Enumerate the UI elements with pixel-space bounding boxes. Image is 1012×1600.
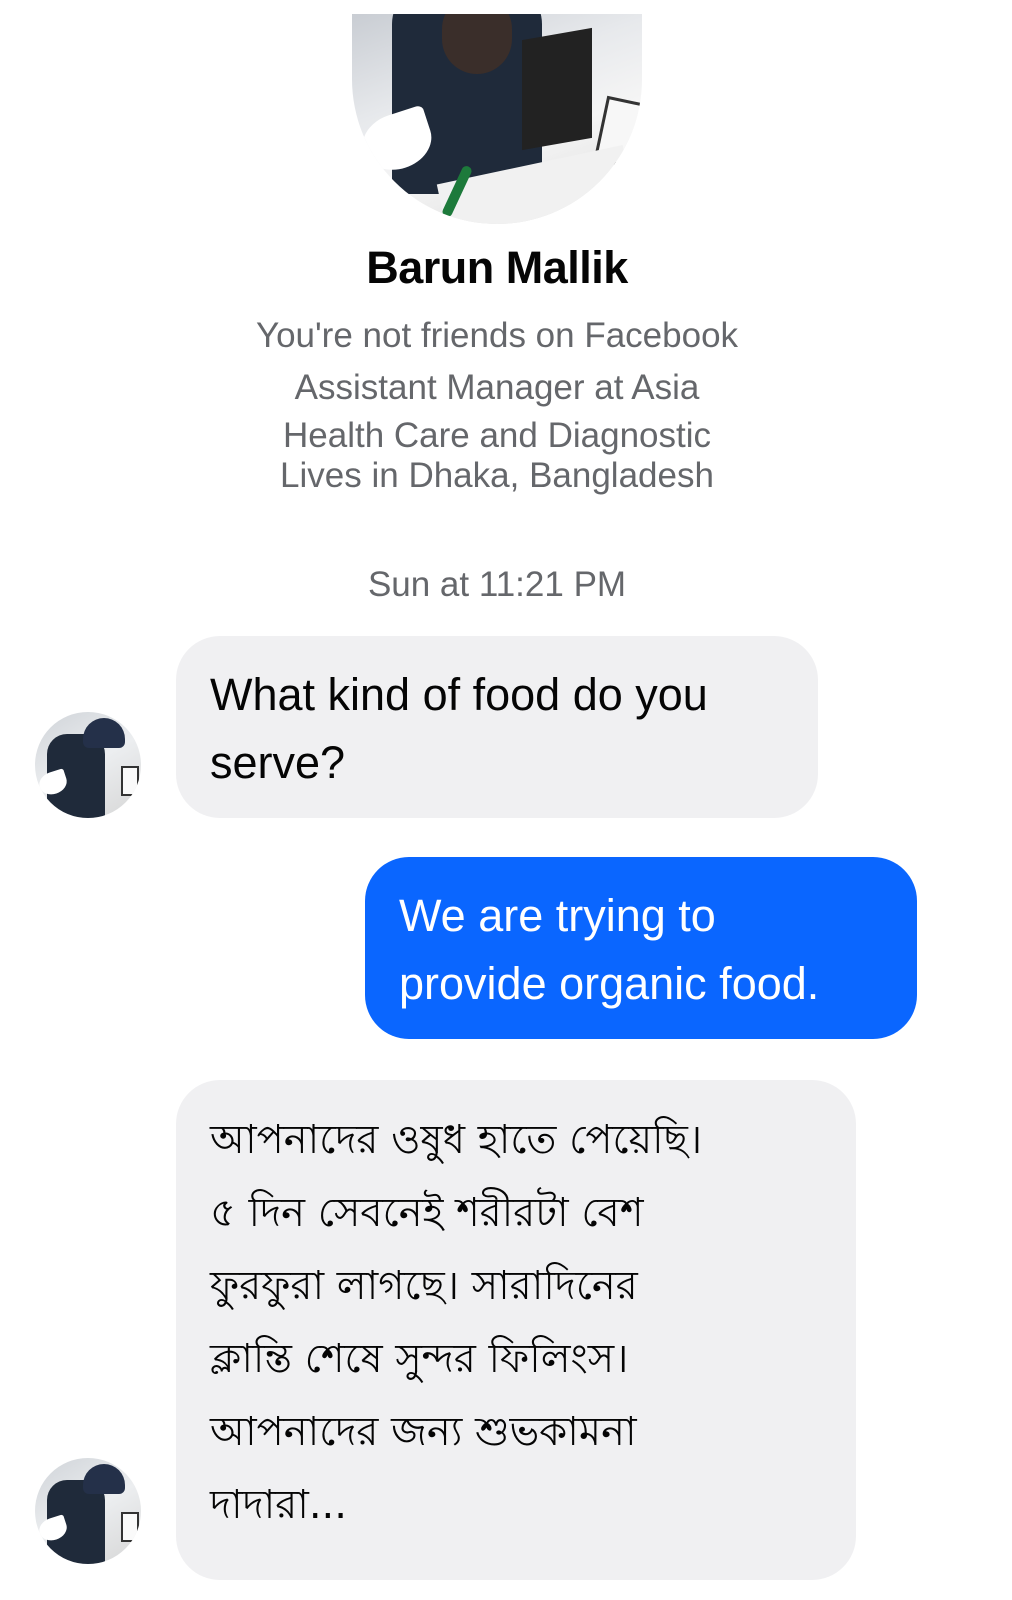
friend-status: You're not friends on Facebook bbox=[255, 316, 739, 355]
outgoing-message-bubble[interactable]: We are trying to provide organic food. bbox=[365, 857, 917, 1039]
message-text: আপনাদের ওষুধ হাতে পেয়েছি। ৫ দিন সেবনেই … bbox=[210, 1117, 703, 1528]
profile-name[interactable]: Barun Mallik bbox=[0, 242, 994, 294]
sender-avatar[interactable] bbox=[35, 712, 141, 818]
avatar-cap bbox=[83, 718, 125, 748]
profile-photo[interactable] bbox=[352, 14, 642, 224]
location-info: Lives in Dhaka, Bangladesh bbox=[280, 456, 714, 495]
conversation-timestamp: Sun at 11:21 PM bbox=[367, 565, 627, 604]
avatar-screen bbox=[121, 766, 139, 796]
incoming-message-bubble[interactable]: আপনাদের ওষুধ হাতে পেয়েছি। ৫ দিন সেবনেই … bbox=[176, 1080, 856, 1580]
message-text: What kind of food do you serve? bbox=[210, 669, 708, 788]
sender-avatar[interactable] bbox=[35, 1458, 141, 1564]
photo-monitor bbox=[522, 27, 592, 151]
avatar-cap bbox=[83, 1464, 125, 1494]
incoming-message-bubble[interactable]: What kind of food do you serve? bbox=[176, 636, 818, 818]
work-info-line-2: Health Care and Diagnostic bbox=[282, 416, 711, 455]
message-text: We are trying to provide organic food. bbox=[399, 890, 820, 1009]
work-info-line-1: Assistant Manager at Asia bbox=[294, 368, 700, 407]
avatar-screen bbox=[121, 1512, 139, 1542]
